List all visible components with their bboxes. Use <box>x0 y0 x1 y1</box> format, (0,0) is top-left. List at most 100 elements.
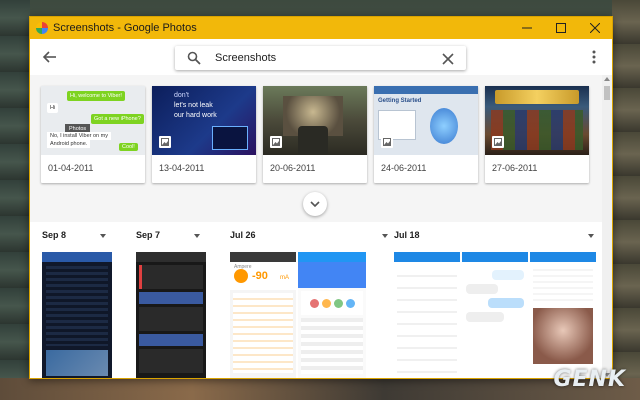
message-text <box>533 265 593 305</box>
battery-icon <box>234 269 248 283</box>
store-banner <box>298 262 366 288</box>
shared-photo <box>533 308 593 364</box>
album-strip: Hi, welcome to Viber! Hi Got a new iPhon… <box>41 86 589 183</box>
current-reading: -90 <box>252 270 268 282</box>
date-group-label: Sep 7 <box>136 230 161 240</box>
date-header-row: Sep 8 Sep 7 Jul 26 Jul 18 <box>30 230 604 244</box>
minimize-button[interactable] <box>510 17 544 39</box>
slide-text: don't <box>174 92 189 99</box>
app-icon-row <box>301 291 363 315</box>
chat-bubble: Hi, welcome to Viber! <box>67 91 125 101</box>
app-icon <box>309 298 319 308</box>
app-window: Screenshots - Google Photos Screenshots … <box>29 16 613 379</box>
phone-text-lines <box>46 266 108 346</box>
album-date-label: 27-06-2011 <box>492 163 538 173</box>
album-card[interactable]: Hi, welcome to Viber! Hi Got a new iPhon… <box>41 86 145 183</box>
date-group-label: Jul 18 <box>394 230 420 240</box>
window-title: Screenshots - Google Photos <box>53 22 197 34</box>
ampere-panel: Ampere -90 mA <box>230 262 296 290</box>
photo-grid: Hi, welcome to Viber! Hi Got a new iPhon… <box>30 75 604 378</box>
search-bar[interactable]: Screenshots <box>175 46 466 70</box>
app-icon <box>333 298 343 308</box>
clear-search-icon[interactable] <box>442 52 454 65</box>
scroll-thumb[interactable] <box>604 86 610 100</box>
list-row-highlight <box>139 334 203 346</box>
desktop-background-bottom <box>0 378 640 400</box>
screenshot-thumbnail[interactable] <box>298 252 366 378</box>
list-row <box>139 349 203 373</box>
slide-text: let's not leak <box>174 102 213 109</box>
screenshot-thumbnail[interactable] <box>530 252 596 378</box>
phone-header <box>394 252 460 262</box>
app-icon <box>321 298 331 308</box>
chat-bubble: Cool! <box>119 143 138 151</box>
screenshot-thumbnail[interactable] <box>42 252 112 378</box>
timeline-section: Sep 8 Sep 7 Jul 26 Jul 18 Ampere -90 mA <box>30 222 604 378</box>
chat-bubble <box>492 270 524 280</box>
search-input[interactable]: Screenshots <box>215 52 442 64</box>
title-bar[interactable]: Screenshots - Google Photos <box>30 17 612 39</box>
slide-text: Getting Started <box>378 98 422 104</box>
album-thumbnail-game <box>263 86 367 155</box>
more-options-icon[interactable] <box>592 50 596 64</box>
expand-albums-button[interactable] <box>303 192 327 216</box>
phone-header <box>42 252 112 262</box>
album-date-label: 20-06-2011 <box>270 163 316 173</box>
album-date-label: 01-04-2011 <box>48 163 94 173</box>
image-type-icon <box>492 136 504 148</box>
phone-header <box>136 252 206 262</box>
game-tiles <box>491 110 583 150</box>
album-thumbnail-slide: don't let's not leak our hard work <box>152 86 256 155</box>
screenshot-thumbnail[interactable] <box>136 252 206 378</box>
game-banner <box>495 90 579 104</box>
chevron-down-icon[interactable] <box>588 234 594 238</box>
stats-list <box>233 293 293 373</box>
chat-bubble: No, I install Viber on my <box>47 132 111 140</box>
list-row <box>139 265 203 289</box>
screenshot-thumbnail[interactable] <box>462 252 528 378</box>
image-type-icon <box>381 136 393 148</box>
album-thumbnail-viber: Hi, welcome to Viber! Hi Got a new iPhon… <box>41 86 145 155</box>
album-card[interactable]: Getting Started 24-06-2011 <box>374 86 478 183</box>
desktop-background-right <box>612 0 640 400</box>
chevron-down-icon[interactable] <box>194 234 200 238</box>
phone-header <box>462 252 528 262</box>
slide-text: our hard work <box>174 112 217 119</box>
maximize-button[interactable] <box>544 17 578 39</box>
slide-screen <box>212 126 248 150</box>
screenshot-thumbnail[interactable] <box>394 252 460 378</box>
app-logo <box>430 108 458 144</box>
date-group-label: Sep 8 <box>42 230 67 240</box>
chevron-down-icon[interactable] <box>100 234 106 238</box>
vertical-scrollbar[interactable] <box>602 75 612 378</box>
album-date-label: 24-06-2011 <box>381 163 427 173</box>
album-card[interactable]: 20-06-2011 <box>263 86 367 183</box>
google-photos-pinwheel-icon <box>36 22 48 34</box>
album-card[interactable]: 27-06-2011 <box>485 86 589 183</box>
phone-photo <box>46 350 108 376</box>
album-thumbnail-getting-started: Getting Started <box>374 86 478 155</box>
scroll-up-arrow-icon[interactable] <box>604 77 610 81</box>
current-unit: mA <box>280 275 289 281</box>
back-arrow-icon[interactable] <box>42 49 58 65</box>
phone-header <box>230 252 296 262</box>
game-weapon <box>298 126 328 154</box>
chevron-down-icon[interactable] <box>382 234 388 238</box>
chat-bubble: Got a new iPhone? <box>91 114 144 124</box>
screenshot-thumbnail[interactable]: Ampere -90 mA <box>230 252 296 378</box>
chat-bubble <box>488 298 524 308</box>
store-content <box>301 318 363 374</box>
list-row-highlight <box>139 292 203 304</box>
window-controls <box>510 17 612 39</box>
image-type-icon <box>159 136 171 148</box>
desktop-background-left <box>0 0 30 400</box>
image-type-icon <box>270 136 282 148</box>
watermark-logo: GENK <box>553 367 626 392</box>
album-date-label: 13-04-2011 <box>159 163 205 173</box>
close-window-button[interactable] <box>578 17 612 39</box>
phone-header <box>530 252 596 262</box>
album-card[interactable]: don't let's not leak our hard work 13-04… <box>152 86 256 183</box>
chat-bubble: Android phone. <box>47 140 91 148</box>
app-toolbar: Screenshots <box>30 39 612 75</box>
date-group-label: Jul 26 <box>230 230 256 240</box>
